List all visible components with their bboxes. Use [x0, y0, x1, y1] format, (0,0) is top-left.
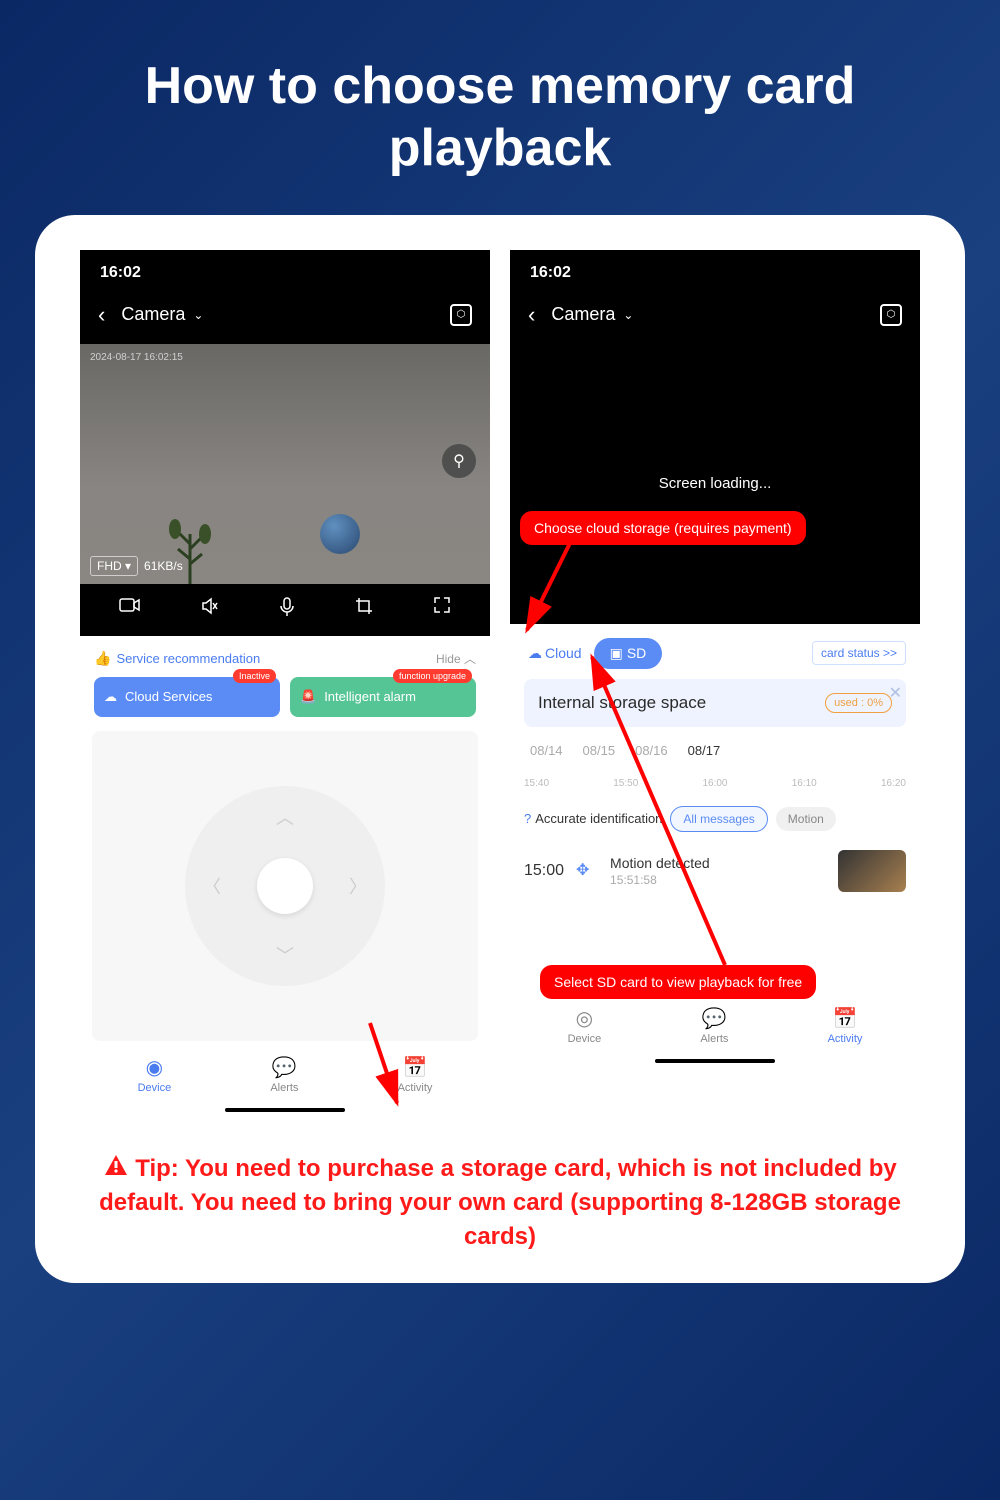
camera-header: ‹ Camera ⌄ ⬡ — [510, 292, 920, 344]
sd-tab[interactable]: ▣SD — [594, 638, 663, 669]
close-icon[interactable]: ✕ — [889, 683, 902, 703]
event-title: Motion detected — [610, 855, 826, 871]
ptz-right-icon[interactable]: 〉 — [349, 873, 367, 899]
bottom-nav: ◉Device 💬Alerts 📅Activity — [80, 1041, 490, 1102]
device-icon: ◎ — [568, 1006, 602, 1031]
ptz-up-icon[interactable]: ︿ — [276, 804, 294, 830]
event-subtitle: 15:51:58 — [610, 873, 826, 887]
back-icon[interactable]: ‹ — [98, 302, 105, 328]
nav-alerts[interactable]: 💬Alerts — [700, 1006, 728, 1045]
alarm-icon: 🚨 — [300, 689, 316, 705]
filter-motion[interactable]: Motion — [776, 807, 836, 831]
upgrade-badge: function upgrade — [393, 669, 472, 683]
nav-activity[interactable]: 📅Activity — [828, 1006, 863, 1045]
nav-device[interactable]: ◎Device — [568, 1006, 602, 1045]
status-bar: 16:02 — [510, 250, 920, 292]
callout-cloud: Choose cloud storage (requires payment) — [520, 511, 806, 545]
video-controls — [80, 584, 490, 636]
warning-icon — [103, 1153, 129, 1187]
alerts-icon: 💬 — [700, 1006, 728, 1031]
ptz-left-icon[interactable]: 〈 — [203, 873, 221, 899]
callout-sd: Select SD card to view playback for free — [540, 965, 816, 999]
back-icon[interactable]: ‹ — [528, 302, 535, 328]
camera-title[interactable]: Camera ⌄ — [551, 304, 864, 325]
fullscreen-icon[interactable] — [433, 596, 451, 624]
bottom-nav: ◎Device 💬Alerts 📅Activity — [510, 992, 920, 1053]
tip-text: Tip: You need to purchase a storage card… — [99, 1155, 901, 1250]
date-item-active[interactable]: 08/17 — [688, 743, 721, 758]
cloud-services-card[interactable]: ☁ Cloud Services Inactive — [94, 677, 280, 717]
ptz-down-icon[interactable]: ﹀ — [276, 942, 294, 968]
filter-all[interactable]: All messages — [670, 806, 767, 832]
event-time: 15:00 — [524, 862, 564, 880]
filter-icon[interactable]: ⚲ — [442, 444, 476, 478]
fhd-badge[interactable]: FHD ▾ — [90, 556, 138, 576]
ptz-control[interactable]: ︿ ﹀ 〈 〉 — [92, 731, 478, 1041]
bitrate: 61KB/s — [144, 559, 183, 573]
date-item[interactable]: 08/15 — [583, 743, 616, 758]
record-icon[interactable] — [119, 596, 141, 624]
page-title: How to choose memory card playback — [0, 0, 1000, 215]
intelligent-alarm-card[interactable]: 🚨 Intelligent alarm function upgrade — [290, 677, 476, 717]
tip-section: Tip: You need to purchase a storage card… — [53, 1124, 947, 1264]
mute-icon[interactable] — [200, 596, 220, 624]
settings-icon[interactable]: ⬡ — [450, 304, 472, 326]
hide-button[interactable]: Hide ︿ — [436, 650, 476, 667]
nav-activity[interactable]: 📅Activity — [398, 1055, 433, 1094]
storage-title: Internal storage space — [538, 693, 706, 713]
phone-left: 16:02 ‹ Camera ⌄ ⬡ 2024-08-17 16:02:15 ⚲… — [80, 250, 490, 1124]
used-badge: used : 0% — [825, 693, 892, 713]
home-indicator — [655, 1059, 775, 1063]
activity-icon: 📅 — [398, 1055, 433, 1080]
loading-screen: Screen loading... — [510, 344, 920, 624]
time-ruler[interactable]: 15:4015:5016:0016:1016:20 — [510, 764, 920, 798]
storage-banner: Internal storage space used : 0% ✕ — [524, 679, 906, 727]
date-row: 08/14 08/15 08/16 08/17 — [510, 727, 920, 764]
nav-device[interactable]: ◉Device — [138, 1055, 172, 1094]
settings-icon[interactable]: ⬡ — [880, 304, 902, 326]
status-bar: 16:02 — [80, 250, 490, 292]
cloud-tab[interactable]: ☁Cloud — [524, 639, 586, 668]
date-item[interactable]: 08/14 — [530, 743, 563, 758]
home-indicator — [225, 1108, 345, 1112]
activity-icon: 📅 — [828, 1006, 863, 1031]
alerts-icon: 💬 — [270, 1055, 298, 1080]
motion-icon: ✥ — [576, 860, 598, 882]
nav-alerts[interactable]: 💬Alerts — [270, 1055, 298, 1094]
cloud-icon: ☁ — [104, 689, 117, 705]
device-icon: ◉ — [138, 1055, 172, 1080]
crop-icon[interactable] — [354, 596, 374, 624]
video-timestamp: 2024-08-17 16:02:15 — [90, 352, 183, 363]
date-item[interactable]: 08/16 — [635, 743, 668, 758]
video-feed: 2024-08-17 16:02:15 ⚲ FHD ▾ 61KB/s — [80, 344, 490, 584]
service-recommendation: 👍Service recommendation — [94, 650, 260, 667]
card-status-link[interactable]: card status >> — [812, 641, 906, 665]
event-thumbnail — [838, 850, 906, 892]
mic-icon[interactable] — [279, 596, 295, 624]
camera-header: ‹ Camera ⌄ ⬡ — [80, 292, 490, 344]
white-card: 16:02 ‹ Camera ⌄ ⬡ 2024-08-17 16:02:15 ⚲… — [35, 215, 965, 1284]
ptz-center[interactable] — [257, 858, 313, 914]
camera-title[interactable]: Camera ⌄ — [121, 304, 434, 325]
event-row[interactable]: 15:00 ✥ Motion detected 15:51:58 — [510, 840, 920, 902]
accurate-label: ?Accurate identification — [524, 811, 662, 826]
inactive-badge: Inactive — [233, 669, 276, 683]
